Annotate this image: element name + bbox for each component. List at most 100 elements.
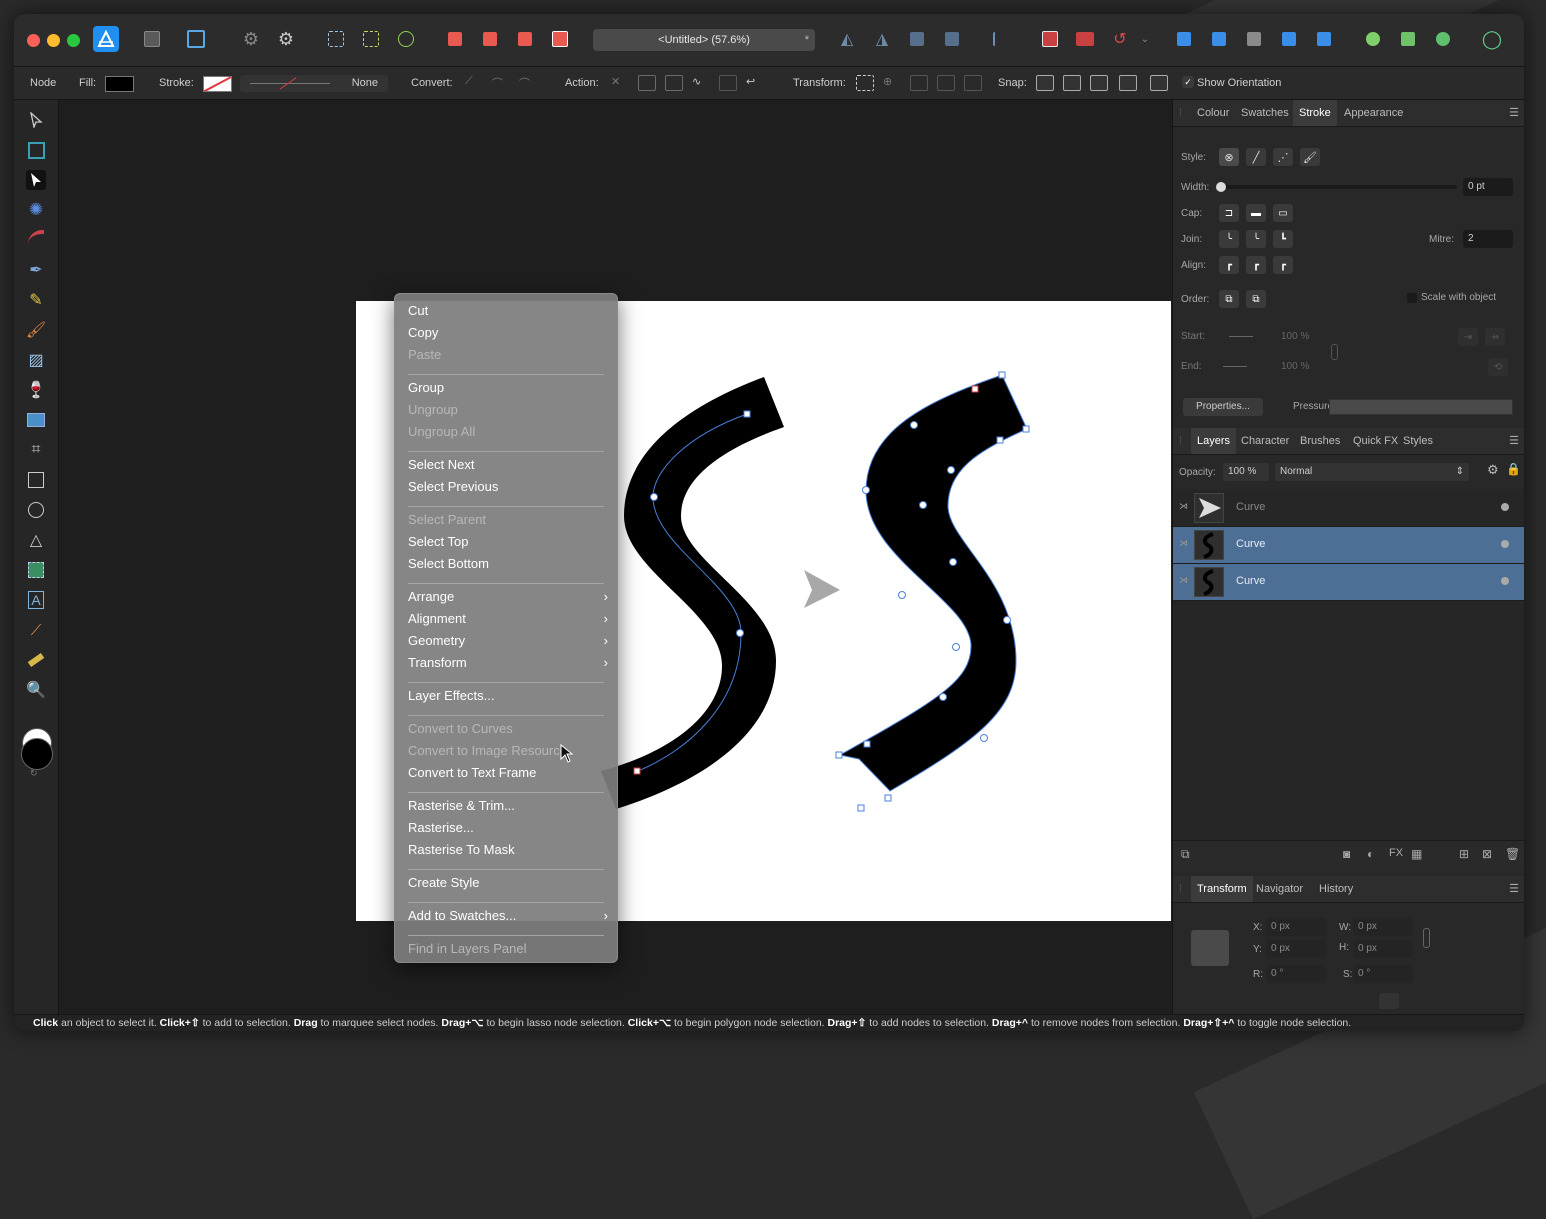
tab-character[interactable]: Character [1235, 428, 1295, 454]
solid-stroke-style-icon[interactable]: ╱ [1246, 148, 1266, 166]
butt-cap-icon[interactable]: ⊐ [1219, 204, 1239, 222]
clip-icon[interactable] [1395, 26, 1421, 52]
start-scale-value[interactable]: 100 % [1281, 331, 1309, 342]
y-field[interactable]: 0 px [1266, 940, 1326, 958]
transform-mode-icon[interactable] [856, 75, 874, 91]
snap-angles-icon[interactable] [1150, 75, 1168, 91]
rotate-right-icon[interactable] [939, 26, 965, 52]
node-tool-icon[interactable] [26, 170, 46, 190]
tab-swatches[interactable]: Swatches [1235, 100, 1295, 126]
menu-item-group[interactable]: Group [408, 379, 608, 397]
layers-options-icon[interactable]: ⧉ [1181, 847, 1190, 862]
transform-origin-icon[interactable]: ⊕ [883, 75, 901, 91]
lock-aspect-icon[interactable] [1423, 928, 1430, 948]
rectangle-tool-icon[interactable] [26, 470, 46, 490]
add-icon[interactable] [1171, 26, 1197, 52]
measure-tool-icon[interactable] [26, 650, 46, 670]
menu-item-transform[interactable]: Transform › [408, 654, 608, 672]
visibility-dot-icon[interactable] [1501, 577, 1509, 585]
menu-item-cut[interactable]: Cut [408, 302, 608, 320]
tab-quick-fx[interactable]: Quick FX [1347, 428, 1404, 454]
swap-colors-icon[interactable]: ↻ [30, 768, 38, 779]
back-one-icon[interactable] [477, 26, 503, 52]
menu-item-rasterise-to-mask[interactable]: Rasterise To Mask [408, 841, 608, 859]
color-picker-tool-icon[interactable]: ⟋ [26, 620, 46, 640]
tab-brushes[interactable]: Brushes [1294, 428, 1346, 454]
menu-item-convert-to-text-frame[interactable]: Convert to Text Frame [408, 764, 608, 782]
gear-icon[interactable]: ⚙ [1487, 462, 1499, 478]
panel-menu-icon[interactable]: ☰ [1509, 100, 1519, 126]
point-transform-tool-icon[interactable]: ✺ [26, 200, 46, 220]
texture-stroke-style-icon[interactable]: 🖌 [1300, 148, 1320, 166]
layer-row[interactable]: ⋊ Curve [1173, 564, 1524, 601]
menu-item-layer-effects[interactable]: Layer Effects... [408, 687, 608, 705]
rotate-left-icon[interactable] [904, 26, 930, 52]
transform-origin-button[interactable] [1379, 993, 1399, 1009]
designer-persona-icon[interactable] [93, 26, 119, 52]
tab-navigator[interactable]: Navigator [1250, 876, 1309, 902]
lock-icon[interactable]: 🔒 [1506, 462, 1521, 476]
snap-curves-icon[interactable] [1063, 75, 1081, 91]
menu-item-select-previous[interactable]: Select Previous [408, 478, 608, 496]
close-curve-icon[interactable] [638, 75, 656, 91]
properties-button[interactable]: Properties... [1183, 398, 1263, 416]
move-front-icon[interactable] [547, 26, 573, 52]
menu-item-rasterise-trim[interactable]: Rasterise & Trim... [408, 797, 608, 815]
panel-menu-icon[interactable]: ☰ [1509, 428, 1519, 454]
minimize-window-button[interactable] [47, 34, 60, 47]
snap-tangents-icon[interactable] [1090, 75, 1108, 91]
align-outside-icon[interactable]: ┏ [1273, 256, 1293, 274]
break-curve-icon[interactable]: ✕ [611, 75, 629, 91]
r-field[interactable]: 0 ° [1266, 965, 1326, 983]
tab-colour[interactable]: Colour [1191, 100, 1235, 126]
triangle-tool-icon[interactable]: △ [26, 530, 46, 550]
tab-appearance[interactable]: Appearance [1338, 100, 1409, 126]
crop-tool-icon[interactable]: ⌗ [26, 440, 46, 460]
s-field[interactable]: 0 ° [1353, 965, 1413, 983]
convert-smart-icon[interactable]: ⌒ [519, 75, 537, 91]
transparency-tool-icon[interactable]: 🍷 [26, 380, 46, 400]
preferences-icon[interactable]: ⚙ [273, 26, 299, 52]
w-field[interactable]: 0 px [1353, 918, 1413, 936]
tab-styles[interactable]: Styles [1397, 428, 1439, 454]
arrowhead-position-alt-icon[interactable]: ⇸ [1485, 328, 1505, 346]
layer-row[interactable]: ⋊ Curve [1173, 490, 1524, 527]
export-persona-icon[interactable] [183, 26, 209, 52]
artistic-text-tool-icon[interactable]: A [26, 590, 46, 610]
place-image-tool-icon[interactable] [26, 410, 46, 430]
intersect-icon[interactable] [1241, 26, 1267, 52]
tab-stroke[interactable]: Stroke [1293, 100, 1337, 126]
subtract-icon[interactable] [1206, 26, 1232, 52]
mask-layer-icon[interactable]: ◙ [1343, 847, 1350, 861]
boolean-icon[interactable] [1072, 26, 1098, 52]
stroke-swatch[interactable] [203, 76, 232, 92]
live-filter-icon[interactable]: ▦ [1411, 847, 1422, 861]
h-field[interactable]: 0 px [1353, 940, 1413, 958]
fx-icon[interactable]: FX [1389, 847, 1403, 859]
fx-icon[interactable] [1430, 26, 1456, 52]
visibility-dot-icon[interactable] [1501, 540, 1509, 548]
menu-item-add-to-swatches[interactable]: Add to Swatches... › [408, 907, 608, 925]
convert-smooth-icon[interactable]: ⌒ [492, 75, 510, 91]
move-back-icon[interactable] [442, 26, 468, 52]
layer-row[interactable]: ⋊ Curve [1173, 527, 1524, 564]
mask-icon[interactable] [1360, 26, 1386, 52]
menu-item-arrange[interactable]: Arrange › [408, 588, 608, 606]
end-scale-value[interactable]: 100 % [1281, 361, 1309, 372]
arrowhead-position-icon[interactable]: ⇥ [1458, 328, 1478, 346]
menu-item-select-bottom[interactable]: Select Bottom [408, 555, 608, 573]
round-cap-icon[interactable]: ▬ [1246, 204, 1266, 222]
menu-item-alignment[interactable]: Alignment › [408, 610, 608, 628]
show-orientation-checkbox[interactable]: ✓ [1182, 76, 1194, 88]
vector-brush-tool-icon[interactable]: 🖌 [26, 320, 46, 340]
stroke-behind-icon[interactable]: ⧉ [1219, 290, 1239, 308]
visibility-dot-icon[interactable] [1501, 503, 1509, 511]
stroke-width-slider[interactable]: None [240, 75, 388, 92]
dashed-stroke-style-icon[interactable]: ⋰ [1273, 148, 1293, 166]
pen-tool-icon[interactable]: ✒ [26, 260, 46, 280]
reverse-curve-icon[interactable] [719, 75, 737, 91]
join-curves-icon[interactable]: ∿ [692, 75, 710, 91]
delete-layer-icon[interactable]: 🗑 [1505, 847, 1520, 861]
xor-icon[interactable] [1276, 26, 1302, 52]
bevel-join-icon[interactable]: ┗ [1273, 230, 1293, 248]
